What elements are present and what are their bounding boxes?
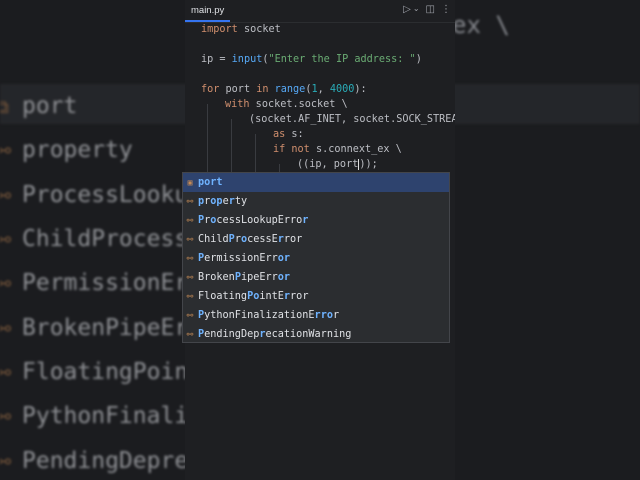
class-icon: ⚯	[186, 330, 194, 339]
code-line: if not s.connext_ex \	[273, 144, 402, 155]
class-icon: ⚯	[0, 274, 12, 295]
more-icon[interactable]: ⋮	[441, 4, 451, 15]
class-icon: ⚯	[186, 292, 194, 301]
completion-item[interactable]: ⚯ property	[183, 192, 449, 211]
completion-item[interactable]: ⚯ FloatingPointError	[183, 287, 449, 306]
completion-item[interactable]: ⚯ ChildProcessError	[183, 230, 449, 249]
class-icon: ⚯	[0, 186, 12, 207]
code-line: (socket.AF_INET, socket.SOCK_STREA	[249, 114, 455, 125]
class-icon: ⚯	[186, 216, 194, 225]
tab-main-py[interactable]: main.py	[185, 0, 231, 22]
editor-toolbar: ▷ ⌄ ◫ ⋮	[403, 4, 451, 15]
code-line: for port in range(1, 4000):	[201, 84, 367, 95]
completion-popup: ▣ port ⚯ property ⚯ ProcessLookupError ⚯ Chi…	[182, 172, 450, 343]
code-line: ((ip, port));	[297, 158, 378, 170]
class-icon: ⚯	[186, 235, 194, 244]
class-icon: ⚯	[186, 311, 194, 320]
class-icon: ⚯	[0, 452, 12, 473]
class-icon: ⚯	[0, 363, 12, 384]
background-code-line: ex \	[452, 11, 510, 39]
class-icon: ⚯	[0, 141, 12, 162]
class-icon: ⚯	[0, 319, 12, 340]
split-icon[interactable]: ◫	[426, 4, 435, 15]
code-line: as s:	[273, 129, 304, 140]
completion-item[interactable]: ⚯ BrokenPipeError	[183, 268, 449, 287]
background-item: ⧉ port	[0, 84, 77, 128]
completion-item[interactable]: ⚯ PendingDeprecationWarning	[183, 325, 449, 344]
completion-item[interactable]: ⚯ PermissionError	[183, 249, 449, 268]
run-icon[interactable]: ▷	[403, 4, 411, 15]
completion-item[interactable]: ⚯ ProcessLookupError	[183, 211, 449, 230]
code-line: import socket	[201, 24, 281, 35]
chevron-down-icon[interactable]: ⌄	[413, 4, 420, 15]
completion-item[interactable]: ▣ port	[183, 173, 449, 192]
variable-icon: ▣	[187, 178, 193, 187]
code-line: ip = input("Enter the IP address: ")	[201, 54, 422, 65]
background-item: ⚯ property	[0, 128, 133, 172]
text-caret	[358, 158, 360, 170]
completion-item[interactable]: ⚯ PythonFinalizationError	[183, 306, 449, 325]
class-icon: ⚯	[186, 254, 194, 263]
class-icon: ⚯	[0, 407, 12, 428]
class-icon: ⚯	[186, 273, 194, 282]
variable-icon: ⧉	[0, 97, 9, 118]
class-icon: ⚯	[186, 197, 194, 206]
class-icon: ⚯	[0, 230, 12, 251]
code-line: with socket.socket \	[225, 99, 348, 110]
tab-bar: main.py ▷ ⌄ ◫ ⋮	[185, 0, 455, 23]
